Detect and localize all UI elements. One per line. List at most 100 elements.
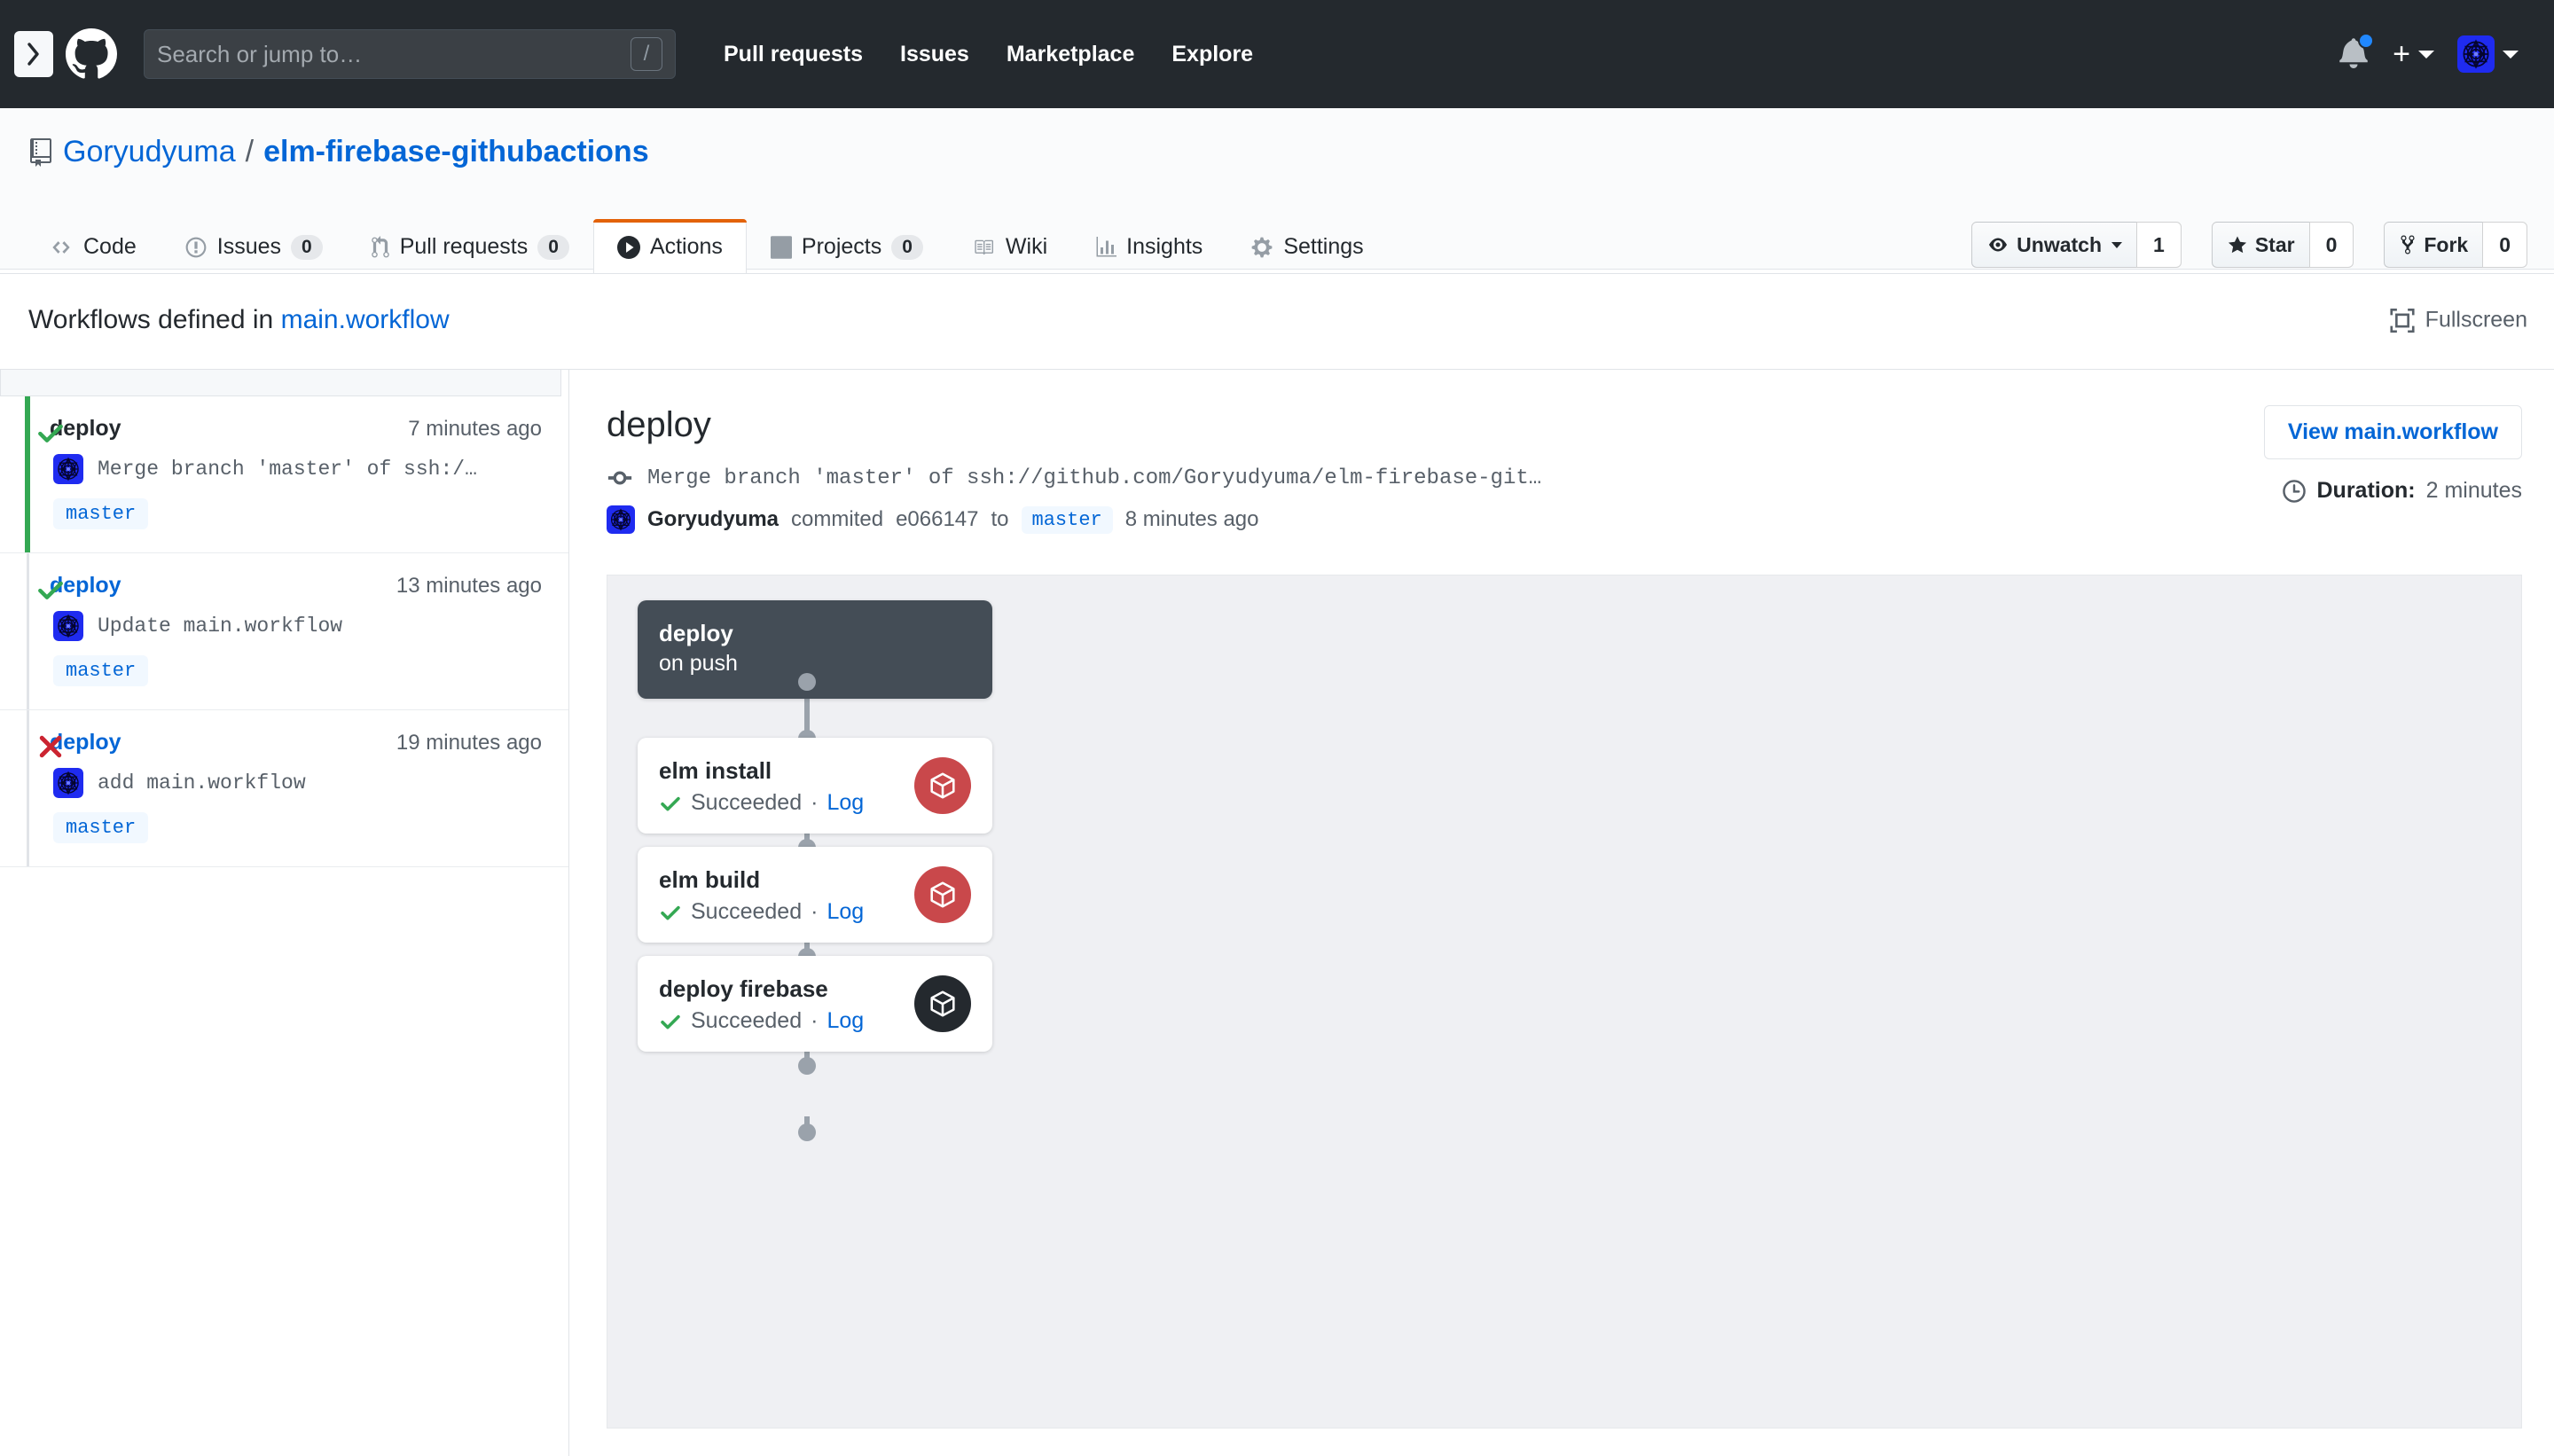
package-icon[interactable] xyxy=(914,756,971,814)
bell-icon[interactable] xyxy=(2339,33,2375,72)
action-log-link[interactable]: Log xyxy=(827,790,864,816)
global-nav: Pull requests Issues Marketplace Explore xyxy=(724,42,1253,67)
list-item[interactable]: deploy 7 minutes ago Merge branch 'maste… xyxy=(0,396,568,553)
run-header: deploy 13 minutes ago xyxy=(50,573,542,599)
branch-chip[interactable]: master xyxy=(53,498,149,529)
global-header: Search or jump to… / Pull requests Issue… xyxy=(0,0,2554,108)
workflow-graph-canvas[interactable]: deploy on push elm install Succeeded · L… xyxy=(607,575,2522,1429)
list-item[interactable]: deploy 19 minutes ago add main.workflow … xyxy=(0,710,568,867)
tab-pull-requests-count: 0 xyxy=(537,234,569,260)
action-name: elm build xyxy=(659,866,761,893)
tab-wiki[interactable]: Wiki xyxy=(947,219,1071,274)
action-info: elm install Succeeded · Log xyxy=(659,755,914,816)
action-info: deploy firebase Succeeded · Log xyxy=(659,973,914,1034)
breadcrumb: Goryudyuma / elm-firebase-githubactions xyxy=(28,135,649,169)
branch-chip[interactable]: master xyxy=(53,655,149,686)
detail-commit-message-row: Merge branch 'master' of ssh://github.co… xyxy=(607,465,2522,491)
trigger-event: on push xyxy=(659,651,738,677)
run-time: 7 minutes ago xyxy=(408,416,542,441)
nav-pull-requests[interactable]: Pull requests xyxy=(724,42,863,67)
nav-explore[interactable]: Explore xyxy=(1171,42,1253,67)
run-time: 13 minutes ago xyxy=(396,573,542,598)
commit-author[interactable]: Goryudyuma xyxy=(647,507,779,532)
fullscreen-button[interactable]: Fullscreen xyxy=(2390,308,2527,333)
graph-port-dot xyxy=(798,1123,816,1141)
tab-actions[interactable]: Actions xyxy=(592,219,747,274)
workflow-subheader: Workflows defined in main.workflow Fulls… xyxy=(0,274,2554,369)
tab-projects[interactable]: Projects 0 xyxy=(747,219,947,274)
chevron-right-icon[interactable] xyxy=(14,31,53,77)
list-item[interactable]: deploy 13 minutes ago Update main.workfl… xyxy=(0,553,568,710)
code-icon xyxy=(52,240,70,254)
project-icon xyxy=(770,235,792,259)
action-log-link[interactable]: Log xyxy=(827,1008,864,1034)
check-icon xyxy=(38,581,63,599)
workflow-defined-text: Workflows defined in main.workflow xyxy=(28,305,450,335)
action-info: elm build Succeeded · Log xyxy=(659,864,914,925)
graph-action-node[interactable]: elm build Succeeded · Log xyxy=(638,847,992,943)
run-detail-panel: deploy Merge branch 'master' of ssh://gi… xyxy=(569,370,2554,1456)
action-name: deploy firebase xyxy=(659,975,828,1002)
run-status-gutter xyxy=(27,710,29,866)
slash-shortcut-hint: / xyxy=(631,37,662,71)
tab-code[interactable]: Code xyxy=(25,219,161,274)
action-status: Succeeded xyxy=(691,899,803,925)
workflow-runs-sidebar[interactable]: deploy 7 minutes ago Merge branch 'maste… xyxy=(0,370,569,1456)
avatar xyxy=(2457,35,2495,73)
tab-insights[interactable]: Insights xyxy=(1071,219,1226,274)
avatar xyxy=(53,611,83,641)
graph-icon xyxy=(1096,236,1117,256)
branch-chip[interactable]: master xyxy=(1021,505,1113,534)
nav-issues[interactable]: Issues xyxy=(900,42,969,67)
run-commit-message: Merge branch 'master' of ssh:/… xyxy=(98,458,477,481)
check-icon xyxy=(661,796,680,811)
nav-marketplace[interactable]: Marketplace xyxy=(1007,42,1135,67)
run-header: deploy 7 minutes ago xyxy=(50,416,542,442)
graph-action-node[interactable]: elm install Succeeded · Log xyxy=(638,738,992,834)
repo-name-link[interactable]: elm-firebase-githubactions xyxy=(263,135,649,169)
action-log-link[interactable]: Log xyxy=(827,899,864,925)
run-commit: Update main.workflow xyxy=(50,611,542,641)
chevron-down-icon xyxy=(2503,50,2519,59)
graph-port-dot xyxy=(798,673,816,691)
check-icon xyxy=(38,424,63,442)
tab-settings[interactable]: Settings xyxy=(1226,219,1387,274)
clock-icon xyxy=(2282,479,2306,503)
tab-settings-label: Settings xyxy=(1283,234,1364,259)
duration-label: Duration: xyxy=(2316,478,2416,503)
detail-commit-meta: Goryudyuma commited e066147 to master 8 … xyxy=(607,505,2522,534)
action-name: elm install xyxy=(659,757,772,784)
search-input[interactable]: Search or jump to… / xyxy=(144,29,676,79)
fullscreen-label: Fullscreen xyxy=(2425,307,2527,333)
graph-action-node[interactable]: deploy firebase Succeeded · Log xyxy=(638,956,992,1053)
tab-code-label: Code xyxy=(83,234,137,259)
package-icon[interactable] xyxy=(914,865,971,923)
notification-indicator xyxy=(2358,33,2375,49)
git-commit-icon xyxy=(607,471,632,485)
tab-issues-count: 0 xyxy=(291,234,323,260)
x-icon xyxy=(39,735,62,758)
github-logo-icon[interactable] xyxy=(64,27,119,82)
action-status-row: Succeeded · Log xyxy=(659,790,914,816)
github-actions-page: Search or jump to… / Pull requests Issue… xyxy=(0,0,2554,1456)
check-icon xyxy=(661,905,680,920)
workflow-file-link[interactable]: main.workflow xyxy=(281,305,450,334)
branch-chip[interactable]: master xyxy=(53,812,149,843)
tab-issues-label: Issues xyxy=(216,234,282,259)
tab-pull-requests-label: Pull requests xyxy=(399,234,529,259)
package-icon[interactable] xyxy=(914,975,971,1032)
commit-sha[interactable]: e066147 xyxy=(896,507,978,532)
tab-issues[interactable]: Issues 0 xyxy=(161,219,347,274)
header-right-group: + xyxy=(2339,33,2554,73)
tab-pull-requests[interactable]: Pull requests 0 xyxy=(347,219,593,274)
profile-menu[interactable] xyxy=(2457,35,2519,73)
commit-verb: commited xyxy=(791,507,884,531)
commit-to-word: to xyxy=(991,507,1009,531)
avatar xyxy=(53,768,83,798)
run-status-gutter xyxy=(25,396,30,552)
view-workflow-button[interactable]: View main.workflow xyxy=(2263,405,2522,459)
action-separator: · xyxy=(811,899,819,925)
repo-owner-link[interactable]: Goryudyuma xyxy=(63,135,236,169)
sidebar-top-strip xyxy=(0,370,561,396)
create-new-menu[interactable]: + xyxy=(2393,39,2434,69)
